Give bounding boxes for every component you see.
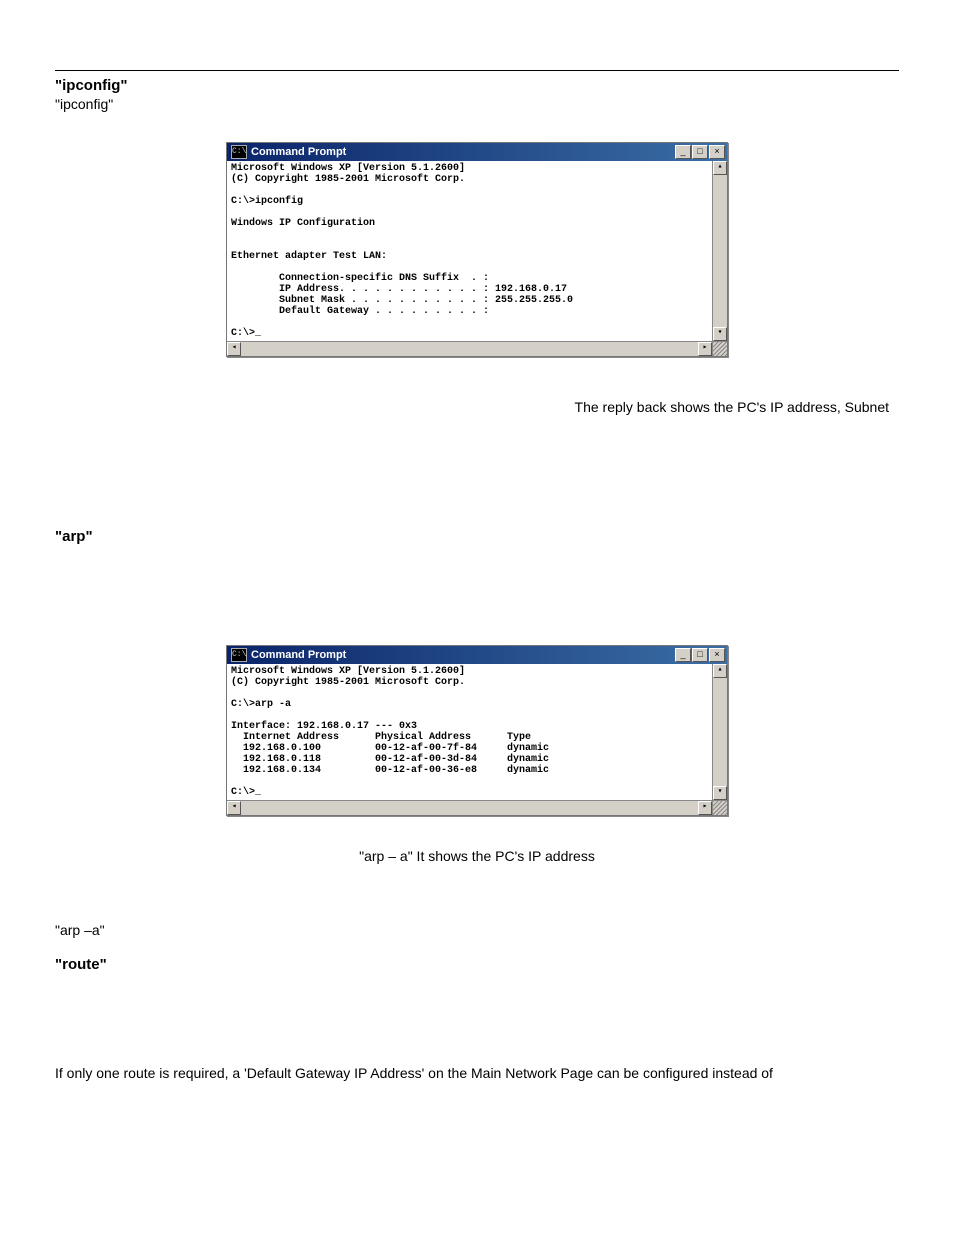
heading-route: "route" [55, 956, 899, 973]
titlebar: C:\ Command Prompt _ □ × [227, 646, 727, 664]
figure-arp: C:\ Command Prompt _ □ × Microsoft Windo… [55, 645, 899, 816]
arp-inline: "arp –a" [55, 922, 899, 938]
console-output: Microsoft Windows XP [Version 5.1.2600] … [227, 161, 712, 341]
route-paragraph: If only one route is required, a 'Defaul… [55, 1063, 899, 1084]
console-window-ipconfig: C:\ Command Prompt _ □ × Microsoft Windo… [226, 142, 728, 357]
horizontal-rule [55, 70, 899, 71]
horizontal-scrollbar[interactable]: ◂ ▸ [227, 801, 712, 815]
window-title: Command Prompt [251, 146, 674, 158]
ipconfig-caption: The reply back shows the PC's IP address… [55, 397, 899, 418]
resize-grip-icon[interactable] [712, 801, 727, 815]
console-icon: C:\ [231, 648, 247, 662]
maximize-button[interactable]: □ [692, 648, 708, 662]
arp-caption: "arp – a" It shows the PC's IP address [55, 846, 899, 867]
window-title: Command Prompt [251, 649, 674, 661]
figure-ipconfig: C:\ Command Prompt _ □ × Microsoft Windo… [55, 142, 899, 357]
vertical-scrollbar[interactable]: ▴ ▾ [712, 664, 727, 800]
scroll-left-icon[interactable]: ◂ [227, 342, 241, 356]
scroll-up-icon[interactable]: ▴ [713, 664, 727, 678]
close-button[interactable]: × [709, 145, 725, 159]
scroll-right-icon[interactable]: ▸ [698, 342, 712, 356]
scroll-left-icon[interactable]: ◂ [227, 801, 241, 815]
scroll-up-icon[interactable]: ▴ [713, 161, 727, 175]
scroll-down-icon[interactable]: ▾ [713, 786, 727, 800]
minimize-button[interactable]: _ [675, 145, 691, 159]
vertical-scrollbar[interactable]: ▴ ▾ [712, 161, 727, 341]
console-window-arp: C:\ Command Prompt _ □ × Microsoft Windo… [226, 645, 728, 816]
console-icon: C:\ [231, 145, 247, 159]
subheading-ipconfig: "ipconfig" [55, 96, 899, 112]
heading-ipconfig: "ipconfig" [55, 77, 899, 94]
resize-grip-icon[interactable] [712, 342, 727, 356]
heading-arp: "arp" [55, 528, 899, 545]
scroll-down-icon[interactable]: ▾ [713, 327, 727, 341]
maximize-button[interactable]: □ [692, 145, 708, 159]
titlebar: C:\ Command Prompt _ □ × [227, 143, 727, 161]
minimize-button[interactable]: _ [675, 648, 691, 662]
close-button[interactable]: × [709, 648, 725, 662]
horizontal-scrollbar[interactable]: ◂ ▸ [227, 342, 712, 356]
console-output: Microsoft Windows XP [Version 5.1.2600] … [227, 664, 712, 800]
scroll-right-icon[interactable]: ▸ [698, 801, 712, 815]
